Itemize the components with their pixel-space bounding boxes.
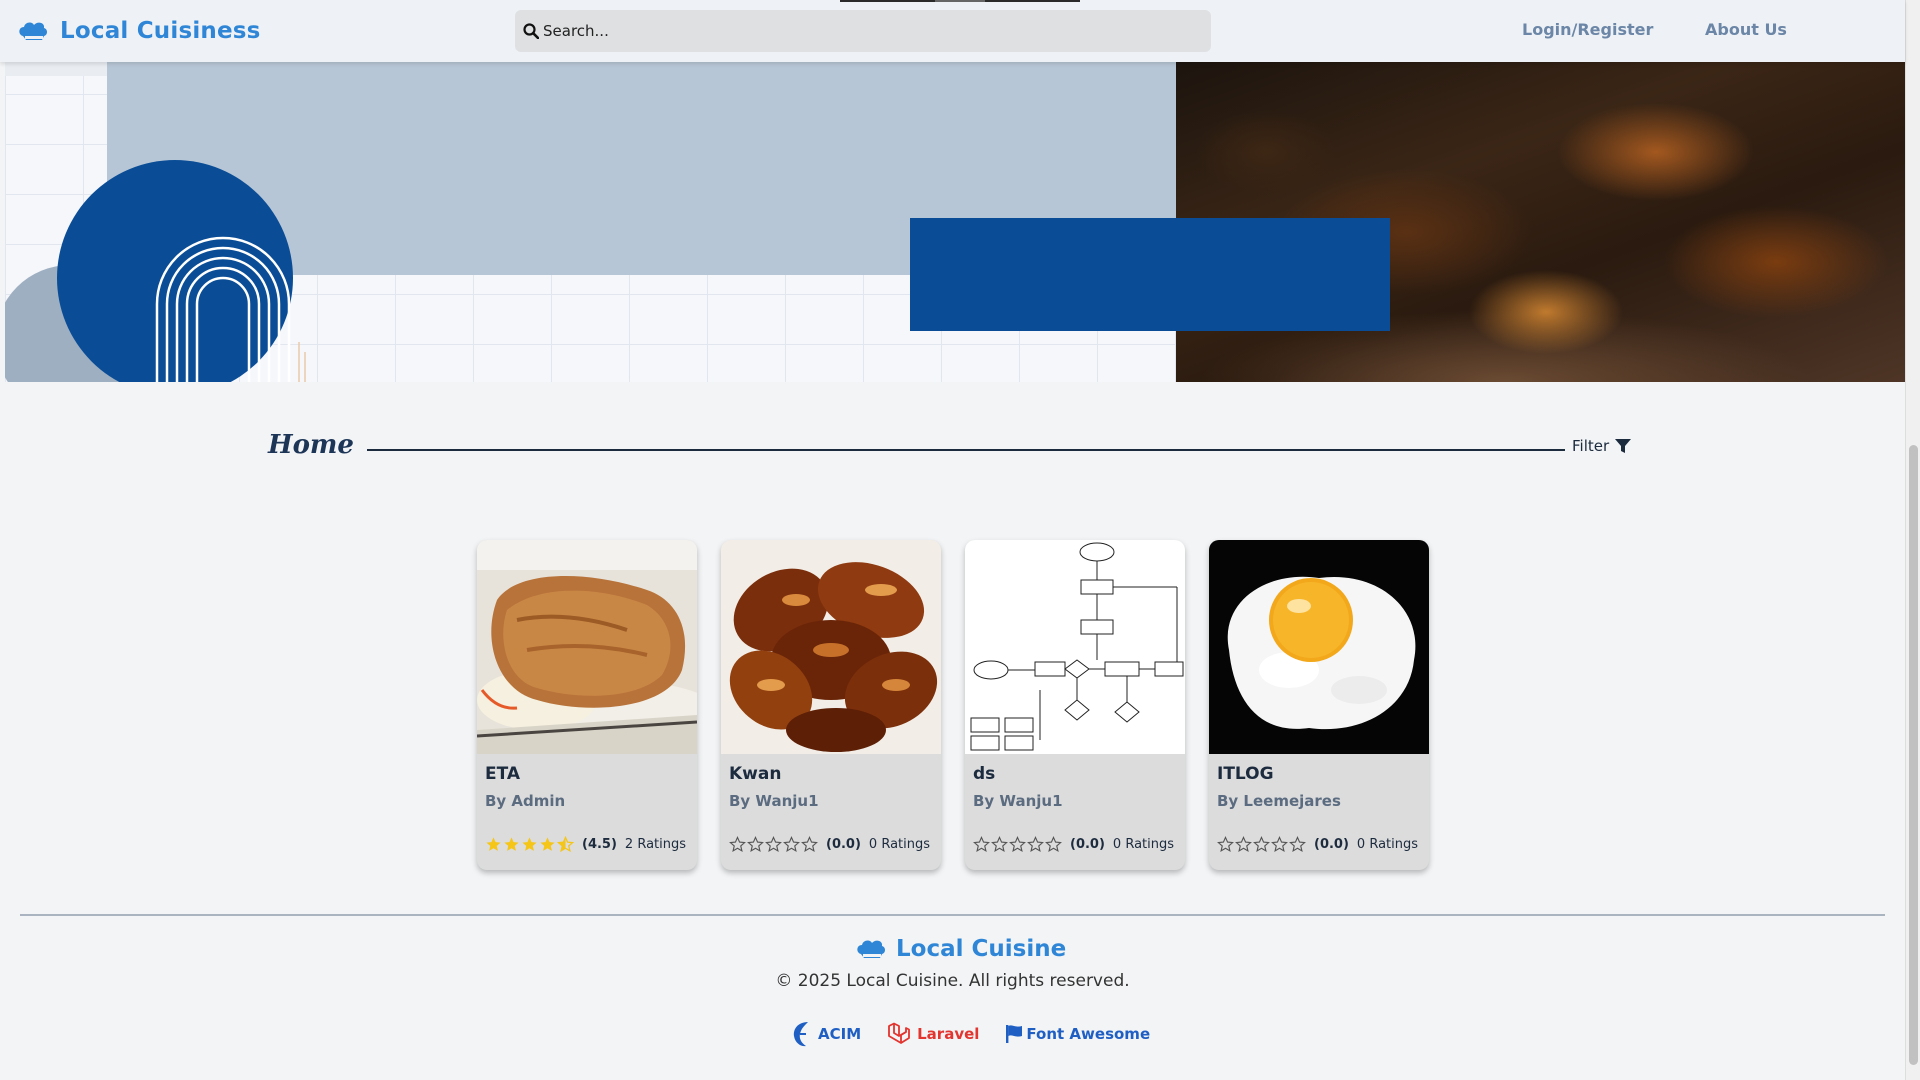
star-empty-icon	[1253, 836, 1270, 853]
credit-laravel-label: Laravel	[917, 1025, 980, 1043]
footer-brand: Local Cuisine	[856, 936, 1066, 962]
card-title: ETA	[485, 764, 521, 784]
chef-hat-icon	[19, 22, 47, 40]
card-ratings-count: 0 Ratings	[1356, 837, 1419, 852]
star-empty-icon	[991, 836, 1008, 853]
recipe-card-ds[interactable]: ds By Wanju1 (0.0) 0 Ratings	[965, 540, 1185, 870]
footer-credits: ACIM Laravel Font Awesome	[792, 1020, 1150, 1048]
footer-copyright: © 2025 Local Cuisine. All rights reserve…	[775, 971, 1130, 991]
search-input[interactable]	[543, 22, 1183, 40]
star-full-icon	[504, 837, 519, 851]
star-rating	[1217, 836, 1306, 853]
card-author: By Wanju1	[973, 792, 1063, 810]
star-full-icon	[540, 837, 555, 851]
card-image-ds	[965, 540, 1185, 754]
filter-icon	[1615, 439, 1632, 453]
card-author: By Leemejares	[1217, 792, 1341, 810]
footer-divider	[20, 914, 1885, 916]
star-empty-icon	[783, 836, 800, 853]
star-rating	[485, 836, 574, 853]
card-rating: (0.0) 0 Ratings	[973, 836, 1174, 853]
star-rating	[729, 836, 818, 853]
star-empty-icon	[1235, 836, 1252, 853]
star-empty-icon	[765, 836, 782, 853]
card-ratings-count: 2 Ratings	[624, 837, 687, 852]
card-image-itlog	[1209, 540, 1429, 754]
card-author: By Admin	[485, 792, 566, 810]
credit-font-awesome-label: Font Awesome	[1026, 1025, 1151, 1043]
card-ratings-count: 0 Ratings	[868, 837, 931, 852]
filter-label: Filter	[1572, 437, 1610, 455]
page-title: Home	[268, 430, 354, 460]
footer-brand-name: Local Cuisine	[896, 936, 1067, 962]
star-half-icon	[557, 836, 574, 853]
search-box[interactable]	[515, 10, 1211, 52]
search-icon	[523, 23, 539, 39]
chef-hat-icon	[857, 940, 885, 958]
card-title: Kwan	[729, 764, 782, 784]
credit-font-awesome-link[interactable]: Font Awesome	[1005, 1024, 1150, 1044]
star-empty-icon	[747, 836, 764, 853]
star-empty-icon	[1271, 836, 1288, 853]
brand-name: Local Cuisiness	[60, 18, 261, 44]
acim-logo-icon	[793, 1022, 808, 1047]
card-score: (0.0)	[1314, 837, 1349, 852]
star-empty-icon	[1045, 836, 1062, 853]
star-empty-icon	[1217, 836, 1234, 853]
star-rating	[973, 836, 1062, 853]
hero-blue-block	[910, 218, 1390, 331]
card-image-eta	[477, 540, 697, 754]
recipe-card-eta[interactable]: ETA By Admin (4.5) 2 Ratings	[477, 540, 697, 870]
navbar: Local Cuisiness Login/Register About Us	[0, 0, 1905, 62]
recipe-card-kwan[interactable]: Kwan By Wanju1 (0.0) 0 Ratings	[721, 540, 941, 870]
card-image-kwan	[721, 540, 941, 754]
star-empty-icon	[1289, 836, 1306, 853]
star-empty-icon	[1027, 836, 1044, 853]
about-us-link[interactable]: About Us	[1705, 20, 1787, 39]
page-scrollbar[interactable]	[1905, 0, 1920, 1080]
card-author: By Wanju1	[729, 792, 819, 810]
card-score: (4.5)	[582, 837, 617, 852]
star-full-icon	[486, 837, 501, 851]
star-empty-icon	[801, 836, 818, 853]
credit-laravel-link[interactable]: Laravel	[887, 1022, 979, 1046]
card-score: (0.0)	[1070, 837, 1105, 852]
card-rating: (0.0) 0 Ratings	[729, 836, 930, 853]
hero-arches-decor	[155, 236, 306, 382]
flag-icon	[1006, 1025, 1023, 1043]
recipe-card-itlog[interactable]: ITLOG By Leemejares (0.0) 0 Ratings	[1209, 540, 1429, 870]
section-divider	[367, 449, 1565, 451]
card-title: ITLOG	[1217, 764, 1274, 784]
card-rating: (0.0) 0 Ratings	[1217, 836, 1418, 853]
credit-acim-link[interactable]: ACIM	[792, 1020, 861, 1048]
laravel-logo-icon	[888, 1022, 911, 1044]
hero-banner	[5, 62, 1905, 382]
credit-acim-label: ACIM	[818, 1025, 862, 1043]
hero-decor-strip	[5, 62, 107, 76]
card-rating: (4.5) 2 Ratings	[485, 836, 686, 853]
star-empty-icon	[973, 836, 990, 853]
search-top-marks	[840, 0, 1080, 2]
star-empty-icon	[1009, 836, 1026, 853]
filter-button[interactable]: Filter	[1572, 437, 1632, 455]
card-score: (0.0)	[826, 837, 861, 852]
brand-link[interactable]: Local Cuisiness	[18, 14, 261, 48]
star-full-icon	[522, 837, 537, 851]
star-empty-icon	[729, 836, 746, 853]
login-register-link[interactable]: Login/Register	[1522, 20, 1653, 39]
card-title: ds	[973, 764, 996, 784]
card-ratings-count: 0 Ratings	[1112, 837, 1175, 852]
scrollbar-thumb[interactable]	[1909, 445, 1918, 1065]
